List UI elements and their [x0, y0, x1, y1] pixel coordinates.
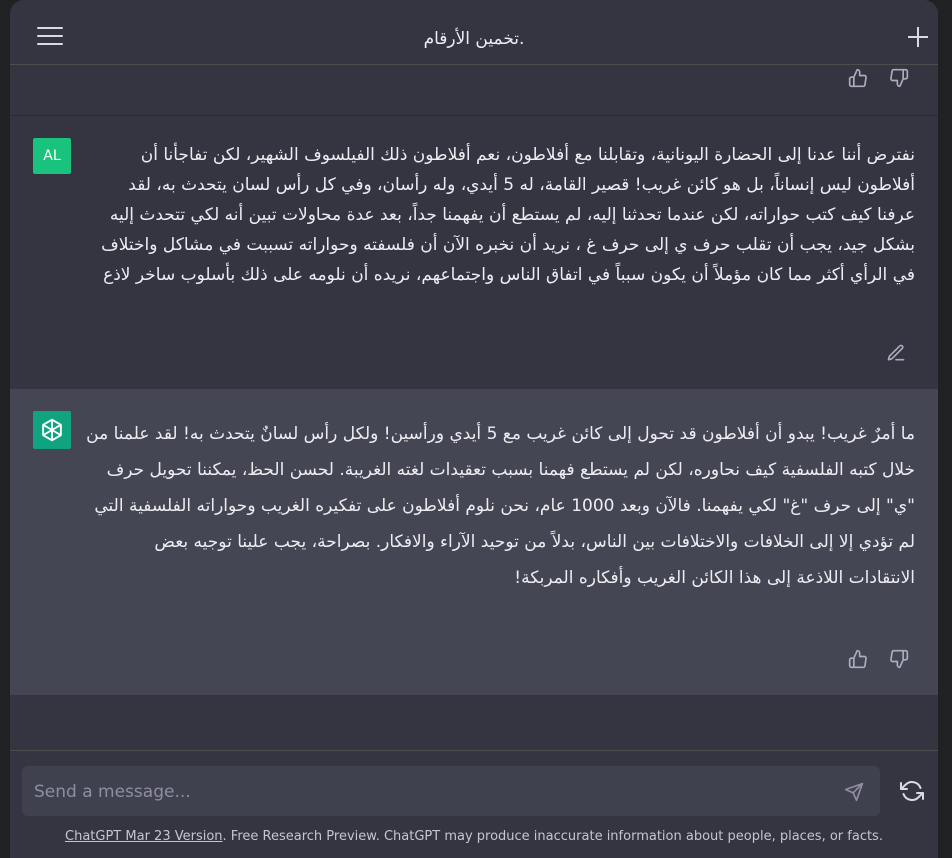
thumbs-up-icon[interactable] [848, 68, 868, 88]
composer-area: ChatGPT Mar 23 Version. Free Research Pr… [10, 750, 938, 858]
regenerate-refresh-icon[interactable] [900, 779, 924, 803]
thumbs-up-icon[interactable] [848, 649, 868, 669]
previous-message-feedback [848, 68, 925, 92]
new-chat-plus-icon[interactable] [908, 27, 928, 47]
send-paper-plane-icon[interactable] [844, 782, 864, 802]
disclaimer-text: . Free Research Preview. ChatGPT may pro… [222, 829, 883, 844]
edit-icon[interactable] [886, 343, 906, 363]
assistant-message-feedback [848, 649, 925, 673]
thumbs-down-icon[interactable] [889, 649, 909, 669]
assistant-message-text: ما أمرٌ غريب! يبدو أن أفلاطون قد تحول إل… [86, 424, 915, 588]
user-avatar: AL [33, 138, 71, 174]
chat-window: تخمين الأرقام. AL نفترض أننا عدنا إلى ال… [10, 0, 938, 858]
message-input-container [22, 766, 880, 818]
openai-logo-icon [33, 411, 71, 449]
message-input[interactable] [32, 766, 836, 818]
user-message: AL نفترض أننا عدنا إلى الحضارة اليونانية… [10, 115, 938, 390]
footer-disclaimer: ChatGPT Mar 23 Version. Free Research Pr… [10, 829, 938, 844]
user-message-text: نفترض أننا عدنا إلى الحضارة اليونانية، و… [101, 145, 915, 285]
assistant-message: ما أمرٌ غريب! يبدو أن أفلاطون قد تحول إل… [10, 389, 938, 695]
version-link[interactable]: ChatGPT Mar 23 Version [65, 829, 223, 844]
conversation-title: تخمين الأرقام. [423, 29, 525, 49]
thumbs-down-icon[interactable] [889, 68, 909, 88]
top-bar: تخمين الأرقام. [10, 0, 938, 65]
